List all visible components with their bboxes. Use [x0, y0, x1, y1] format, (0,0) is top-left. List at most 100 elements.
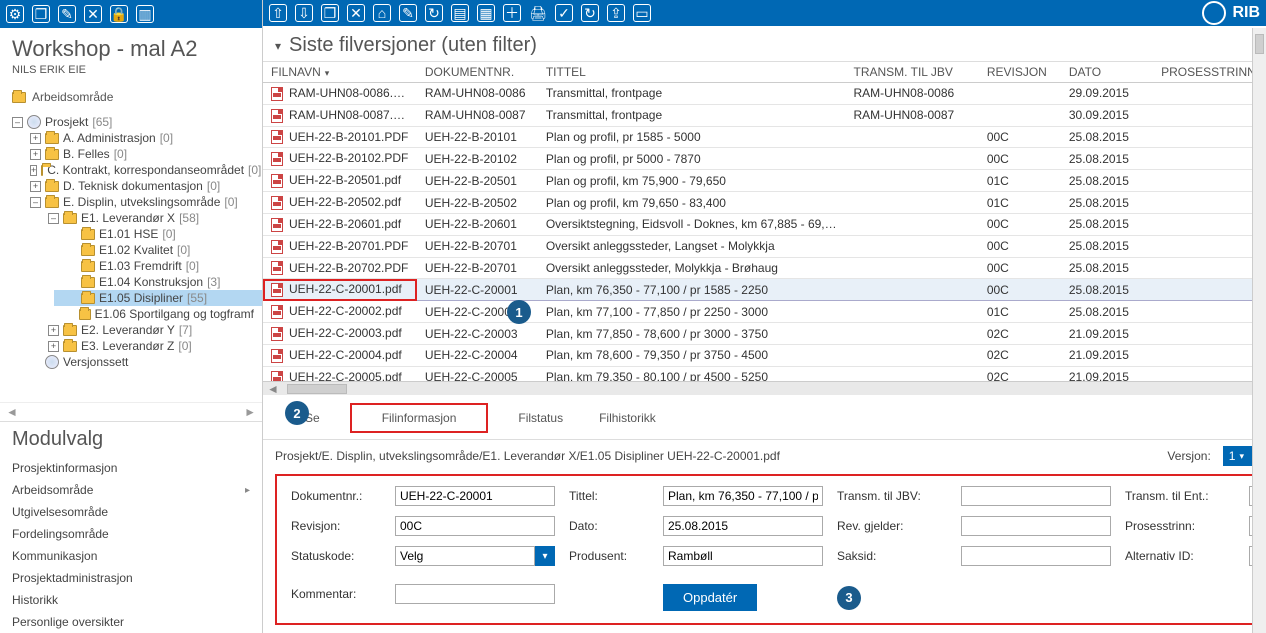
module-item[interactable]: Arbeidsområde▸ [0, 479, 262, 501]
left-toolbar: ⚙ ❐ ✎ ✕ 🔒 ▥ [0, 0, 262, 28]
module-item[interactable]: Historikk [0, 589, 262, 611]
pdf-icon [271, 174, 283, 188]
tree-node-e[interactable]: – E. Displin, utvekslingsområde [0] [18, 194, 262, 210]
export-icon[interactable]: ⇪ [607, 4, 625, 22]
tree-node[interactable]: E1.06 Sportilgang og togframf [54, 306, 262, 322]
page-icon[interactable]: ▤ [451, 4, 469, 22]
table-row[interactable]: UEH-22-C-20002.pdfUEH-22-C-20002Plan, km… [263, 301, 1266, 323]
tree-root[interactable]: Arbeidsområde [0, 84, 262, 110]
table-row[interactable]: UEH-22-C-20005.pdfUEH-22-C-20005Plan, km… [263, 366, 1266, 381]
table-row[interactable]: UEH-22-C-20001.pdfUEH-22-C-20001Plan, km… [263, 279, 1266, 301]
tree-node[interactable]: E1.03 Fremdrift [0] [54, 258, 262, 274]
tree-node[interactable]: +A. Administrasjon [0] [18, 130, 262, 146]
dokumentnr-field[interactable] [395, 486, 555, 506]
col-transmjbv[interactable]: TRANSM. TIL JBV [846, 62, 979, 83]
oppdater-button[interactable]: Oppdatér [663, 584, 757, 611]
delete-icon[interactable]: ✕ [347, 4, 365, 22]
lock-icon[interactable]: 🔒 [110, 5, 128, 23]
col-dokumentnr[interactable]: DOKUMENTNR. [417, 62, 538, 83]
refresh-icon[interactable]: ↻ [425, 4, 443, 22]
kommentar-field[interactable] [395, 584, 555, 604]
table-row[interactable]: UEH-22-B-20501.pdfUEH-22-B-20501Plan og … [263, 170, 1266, 192]
expander-icon[interactable]: – [48, 213, 59, 224]
statuskode-select[interactable] [395, 546, 535, 566]
tittel-field[interactable] [663, 486, 823, 506]
col-dato[interactable]: DATO [1061, 62, 1153, 83]
grid-horizontal-scroll[interactable]: ◄ ► [263, 381, 1266, 395]
expander-icon[interactable]: + [30, 165, 37, 176]
doc-icon[interactable]: ✎ [58, 5, 76, 23]
table-row[interactable]: UEH-22-B-20701.PDFUEH-22-B-20701Oversikt… [263, 235, 1266, 257]
tree-node[interactable]: E1.01 HSE [0] [54, 226, 262, 242]
check-icon[interactable]: ✓ [555, 4, 573, 22]
folder-icon [45, 133, 59, 144]
module-item[interactable]: Kommunikasjon [0, 545, 262, 567]
tree-node[interactable]: E1.05 Disipliner [55] [54, 290, 262, 306]
table-row[interactable]: RAM-UHN08-0087.pdfRAM-UHN08-0087Transmit… [263, 104, 1266, 126]
expander-icon[interactable]: + [30, 149, 41, 160]
copy-icon[interactable]: ❐ [32, 5, 50, 23]
edit-icon[interactable]: ✎ [399, 4, 417, 22]
more-icon[interactable]: ▭ [633, 4, 651, 22]
module-item[interactable]: Prosjektinformasjon [0, 457, 262, 479]
left-horizontal-scroll[interactable]: ◄► [0, 402, 262, 421]
dato-field[interactable] [663, 516, 823, 536]
table-row[interactable]: UEH-22-C-20004.pdfUEH-22-C-20004Plan, km… [263, 344, 1266, 366]
table-row[interactable]: UEH-22-B-20102.PDFUEH-22-B-20102Plan og … [263, 148, 1266, 170]
reload-icon[interactable]: ↻ [581, 4, 599, 22]
copy-icon[interactable]: ❐ [321, 4, 339, 22]
chevron-right-icon: ▸ [245, 485, 250, 496]
table-row[interactable]: UEH-22-C-20003.pdfUEH-22-C-20003Plan, km… [263, 323, 1266, 345]
upload-icon[interactable]: ⇧ [269, 4, 287, 22]
right-vertical-scroll[interactable] [1252, 28, 1266, 633]
tree-node[interactable]: +D. Teknisk dokumentasjon [0] [18, 178, 262, 194]
col-prosesstrinn[interactable]: PROSESSTRINN [1153, 62, 1266, 83]
expander-icon[interactable]: + [48, 325, 59, 336]
home-icon[interactable]: ⌂ [373, 4, 391, 22]
tree-node-e1[interactable]: – E1. Leverandør X [58] [36, 210, 262, 226]
expander-icon[interactable]: + [30, 181, 41, 192]
chevron-down-icon[interactable]: ▾ [535, 546, 555, 566]
delete-icon[interactable]: ✕ [84, 5, 102, 23]
tree-node[interactable]: E1.02 Kvalitet [0] [54, 242, 262, 258]
table-row[interactable]: UEH-22-B-20601.pdfUEH-22-B-20601Oversikt… [263, 213, 1266, 235]
expander-icon[interactable]: – [12, 117, 23, 128]
module-item[interactable]: Utgivelsesområde [0, 501, 262, 523]
produsent-field[interactable] [663, 546, 823, 566]
book-icon[interactable]: ▥ [136, 5, 154, 23]
col-tittel[interactable]: TITTEL [538, 62, 846, 83]
print-icon[interactable]: 🖨 [529, 4, 547, 22]
new-icon[interactable]: ▦ [477, 4, 495, 22]
col-revisjon[interactable]: REVISJON [979, 62, 1061, 83]
tree-node[interactable]: +C. Kontrakt, korrespondanseområdet [0] [18, 162, 262, 178]
tab-filstatus[interactable]: Filstatus [512, 407, 569, 429]
table-row[interactable]: UEH-22-B-20702.PDFUEH-22-B-20701Oversikt… [263, 257, 1266, 279]
version-select[interactable]: 1▾ [1223, 446, 1254, 466]
download-icon[interactable]: ⇩ [295, 4, 313, 22]
table-row[interactable]: RAM-UHN08-0086.pdfRAM-UHN08-0086Transmit… [263, 83, 1266, 105]
tab-filinformasjon[interactable]: Filinformasjon [350, 403, 489, 433]
add-icon[interactable]: ＋ [503, 4, 521, 22]
module-item[interactable]: Personlige oversikter [0, 611, 262, 633]
tree-node-e2[interactable]: + E2. Leverandør Y [7] [36, 322, 262, 338]
transmjbv-field[interactable] [961, 486, 1111, 506]
table-row[interactable]: UEH-22-B-20502.pdfUEH-22-B-20502Plan og … [263, 192, 1266, 214]
tree-versjonssett[interactable]: Versjonssett [18, 354, 262, 370]
revisjon-field[interactable] [395, 516, 555, 536]
saksid-field[interactable] [961, 546, 1111, 566]
module-item[interactable]: Fordelingsområde [0, 523, 262, 545]
tree-node[interactable]: +B. Felles [0] [18, 146, 262, 162]
col-filnavn[interactable]: FILNAVN▾ [263, 62, 417, 83]
chevron-down-icon[interactable]: ▾ [275, 39, 281, 53]
module-item[interactable]: Prosjektadministrasjon [0, 567, 262, 589]
revgjelder-field[interactable] [961, 516, 1111, 536]
tree-node-e3[interactable]: + E3. Leverandør Z [0] [36, 338, 262, 354]
gear-icon[interactable]: ⚙ [6, 5, 24, 23]
expander-icon[interactable]: + [30, 133, 41, 144]
expander-icon[interactable]: – [30, 197, 41, 208]
tree-project[interactable]: – Prosjekt [65] [0, 114, 262, 130]
expander-icon[interactable]: + [48, 341, 59, 352]
tab-filhistorikk[interactable]: Filhistorikk [593, 407, 662, 429]
table-row[interactable]: UEH-22-B-20101.PDFUEH-22-B-20101Plan og … [263, 126, 1266, 148]
tree-node[interactable]: E1.04 Konstruksjon [3] [54, 274, 262, 290]
